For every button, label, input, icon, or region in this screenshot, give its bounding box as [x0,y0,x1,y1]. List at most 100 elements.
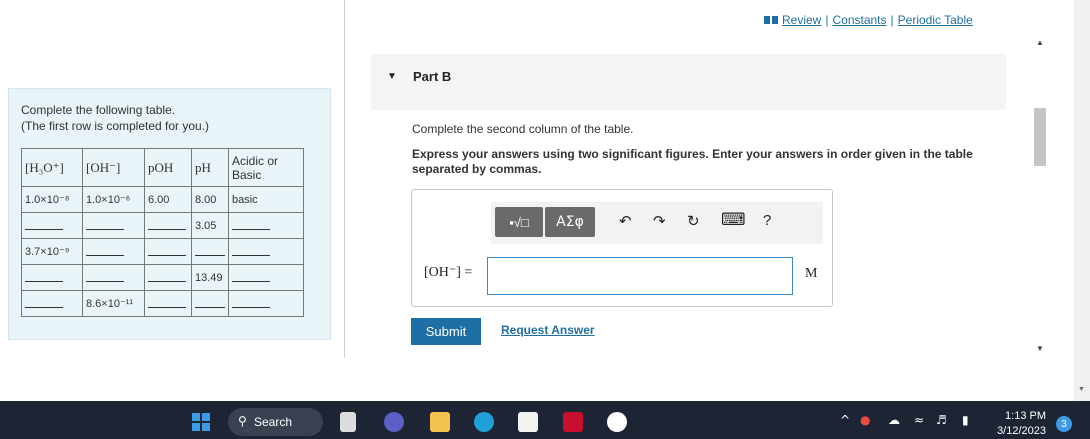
answer-box: ▪√□ ΑΣφ ↶ ↷ ↻ ⌨ ? [OH⁻] = M [411,189,833,307]
cell-poh: 6.00 [144,186,192,213]
blank-line [232,296,270,308]
battery-icon[interactable]: ▮ [962,413,969,427]
wifi-icon[interactable]: ≈ [914,413,924,427]
resource-links: Review | Constants | Periodic Table [764,13,973,27]
cell-ab-blank[interactable] [228,238,304,265]
cell-ab-blank[interactable] [228,264,304,291]
panel-divider [344,0,345,358]
blank-line [86,218,124,230]
blank-line [86,270,124,282]
math-toolbar: ▪√□ ΑΣφ ↶ ↷ ↻ ⌨ ? [491,202,823,244]
windows-start-icon[interactable] [192,413,210,431]
collapse-arrow-icon[interactable]: ▼ [387,71,397,82]
cell-poh-blank[interactable] [144,290,192,317]
submit-button[interactable]: Submit [411,318,481,345]
search-label: Search [254,415,293,429]
page-scroll-down-icon[interactable]: ▼ [1078,386,1085,393]
reset-icon[interactable]: ↻ [687,212,700,230]
file-explorer-icon[interactable] [430,412,450,432]
blank-line [148,296,186,308]
blank-line [25,270,63,282]
taskbar: ⚲ Search ^ ● ☁ ≈ ♬ ▮ 1:13 PM 3/12/2023 3 [0,401,1090,439]
cell-oh-blank[interactable] [82,212,145,239]
cell-oh-blank[interactable] [82,264,145,291]
table-row: 8.6×10⁻¹¹ [21,290,304,317]
cell-h3o-blank[interactable] [21,212,83,239]
store-icon[interactable] [518,412,538,432]
question-text: Complete the second column of the table. [412,122,634,136]
periodic-table-link[interactable]: Periodic Table [898,13,973,27]
mcafee-icon[interactable] [563,412,583,432]
edge-icon[interactable] [474,412,494,432]
constants-link[interactable]: Constants [832,13,886,27]
teams-icon[interactable] [384,412,404,432]
table-row: 1.0×10⁻⁸ 1.0×10⁻⁶ 6.00 8.00 basic [21,186,304,213]
answer-label: [OH⁻] = [424,265,473,280]
blank-line [232,270,270,282]
search-icon: ⚲ [238,414,247,428]
request-answer-link[interactable]: Request Answer [501,323,595,337]
notification-badge[interactable]: 3 [1056,416,1072,432]
page-scrollbar[interactable]: ▼ [1074,0,1090,401]
blank-line [195,296,225,308]
ph-table: [H₃O⁺] [OH⁻] pOH pH Acidic or Basic 1.0×… [21,148,304,317]
cell-ph: 3.05 [191,212,229,239]
cell-h3o-blank[interactable] [21,264,83,291]
instructions: Complete the following table. (The first… [21,102,209,134]
link-separator: | [890,13,894,27]
blank-line [25,218,63,230]
cell-ph: 8.00 [191,186,229,213]
question-instructions: Express your answers using two significa… [412,147,973,176]
cell-oh-blank[interactable] [82,238,145,265]
task-view-icon[interactable] [340,412,356,432]
redo-icon[interactable]: ↷ [653,212,666,230]
header-h3o: [H₃O⁺] [21,148,83,187]
scroll-up-arrow-icon[interactable]: ▲ [1036,38,1044,47]
blank-line [148,244,186,256]
tray-app-icon[interactable]: ● [860,413,870,427]
cell-ph-blank[interactable] [191,238,229,265]
answer-input[interactable] [487,257,793,295]
cell-h3o: 3.7×10⁻⁹ [21,238,83,265]
review-link[interactable]: Review [782,13,821,27]
cell-ab: basic [228,186,304,213]
taskbar-search[interactable]: ⚲ Search [228,408,323,436]
table-row: 3.05 [21,212,304,239]
greek-symbols-button[interactable]: ΑΣφ [545,207,595,237]
part-title: Part B [413,69,452,84]
blank-line [148,270,186,282]
header-ph: pH [191,148,229,187]
clock-date: 3/12/2023 [997,425,1046,437]
cell-ab-blank[interactable] [228,212,304,239]
table-header-row: [H₃O⁺] [OH⁻] pOH pH Acidic or Basic [21,148,304,187]
cell-poh-blank[interactable] [144,264,192,291]
table-row: 3.7×10⁻⁹ [21,238,304,265]
tray-chevron-icon[interactable]: ^ [840,413,850,427]
answer-unit: M [805,266,818,281]
part-header[interactable]: ▼ Part B [371,54,1006,110]
table-row: 13.49 [21,264,304,291]
cell-ph-blank[interactable] [191,290,229,317]
header-poh: pOH [144,148,192,187]
scrollbar-thumb[interactable] [1034,108,1046,166]
cell-h3o-blank[interactable] [21,290,83,317]
cell-poh-blank[interactable] [144,212,192,239]
blank-line [148,218,186,230]
volume-icon[interactable]: ♬ [936,413,947,427]
tray-cloud-icon[interactable]: ☁ [888,413,900,427]
link-separator: | [825,13,829,27]
clock[interactable]: 1:13 PM 3/12/2023 [990,409,1046,439]
keyboard-icon[interactable]: ⌨ [721,210,746,230]
templates-button[interactable]: ▪√□ [495,207,543,237]
app-icon[interactable] [607,412,627,432]
scroll-down-arrow-icon[interactable]: ▼ [1036,344,1044,353]
cell-poh-blank[interactable] [144,238,192,265]
cell-ab-blank[interactable] [228,290,304,317]
blank-line [86,244,124,256]
blank-line [232,218,270,230]
help-icon[interactable]: ? [763,212,771,229]
blank-line [25,296,63,308]
cell-oh: 8.6×10⁻¹¹ [82,290,145,317]
undo-icon[interactable]: ↶ [619,212,632,230]
blank-line [232,244,270,256]
